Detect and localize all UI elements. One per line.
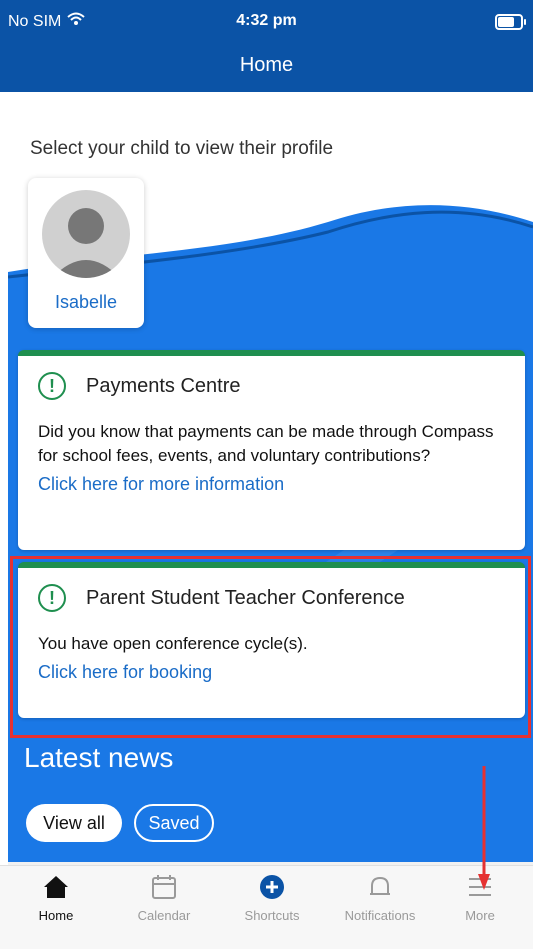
nav-bar: Home: [0, 44, 533, 92]
card-title: Payments Centre: [86, 374, 241, 397]
red-arrow-annotation: [478, 766, 490, 890]
person-icon: [52, 208, 120, 278]
child-name: Isabelle: [54, 292, 118, 312]
card-body: Did you know that payments can be made t…: [38, 422, 494, 465]
tab-label: Shortcuts: [244, 908, 300, 923]
home-content[interactable]: Select your child to view their profile …: [8, 92, 533, 865]
tab-label: More: [465, 908, 495, 923]
tab-label: Notifications: [344, 908, 416, 923]
highlight-box: [10, 556, 531, 738]
home-icon: [44, 876, 68, 898]
latest-news-title: Latest news: [24, 742, 174, 773]
bell-icon: [370, 876, 390, 895]
saved-button[interactable]: Saved: [134, 804, 214, 842]
tab-home[interactable]: Home: [6, 874, 106, 923]
payments-card[interactable]: ! Payments Centre Did you know that paym…: [18, 350, 525, 550]
status-time: 4:32 pm: [236, 12, 297, 29]
calendar-icon: [152, 875, 176, 899]
avatar: [42, 190, 130, 278]
select-child-label: Select your child to view their profile: [30, 138, 334, 159]
view-all-button[interactable]: View all: [26, 804, 122, 842]
battery-icon: [495, 14, 526, 30]
status-bar: No SIM 4:32 pm: [0, 0, 533, 44]
card-header: ! Payments Centre: [18, 356, 525, 400]
tab-notifications[interactable]: Notifications: [330, 874, 430, 923]
tab-calendar[interactable]: Calendar: [114, 874, 214, 923]
plus-circle-icon: [260, 875, 284, 899]
page-title: Home: [239, 54, 294, 76]
tab-bar: Home Calendar Shortcuts Notifications Mo…: [0, 865, 533, 949]
child-card-isabelle[interactable]: Isabelle: [28, 178, 144, 328]
tab-shortcuts[interactable]: Shortcuts: [222, 874, 322, 923]
more-info-link[interactable]: Click here for more information: [18, 468, 525, 495]
exclamation-circle-icon: !: [38, 372, 66, 400]
tab-label: Calendar: [137, 908, 191, 923]
tab-label: Home: [38, 908, 74, 923]
